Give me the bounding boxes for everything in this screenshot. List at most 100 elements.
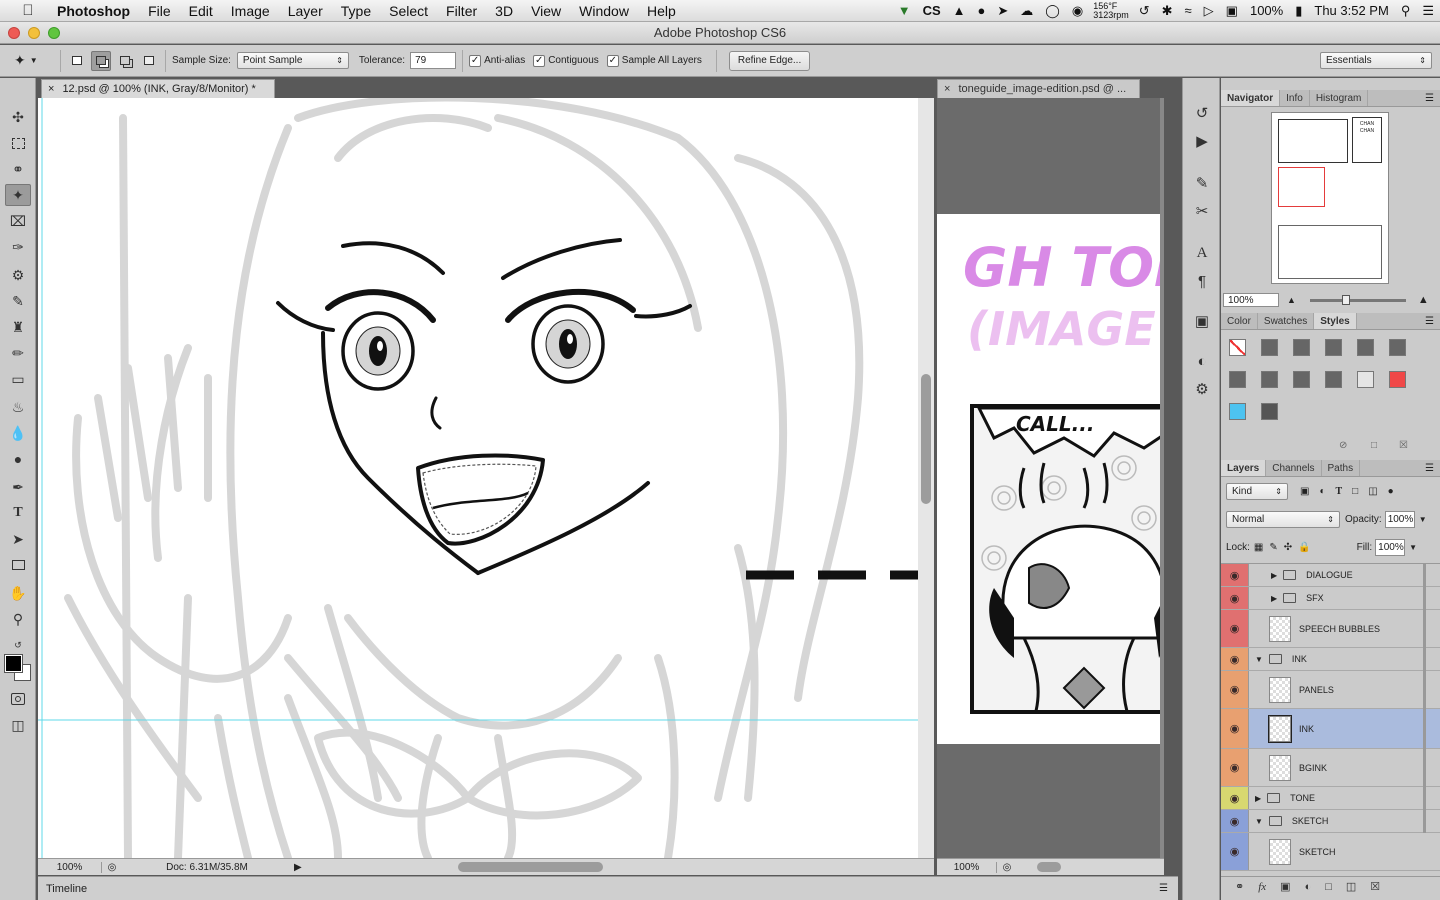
- layers-vertical-scrollbar[interactable]: [1423, 563, 1426, 833]
- cs-menu[interactable]: CS: [917, 0, 947, 22]
- calendar-icon[interactable]: ▣: [1220, 0, 1244, 22]
- move-tool-icon[interactable]: ✣: [5, 106, 31, 128]
- temperature-readout[interactable]: 156°F 3123rpm: [1089, 2, 1133, 20]
- menu-select[interactable]: Select: [380, 0, 437, 22]
- opacity-input[interactable]: 100%: [1384, 510, 1415, 528]
- rectangle-tool-icon[interactable]: [5, 554, 31, 576]
- visibility-eye-icon[interactable]: ◉: [1221, 564, 1249, 586]
- eyedropper-tool-icon[interactable]: ✑: [5, 236, 31, 258]
- blend-mode-select[interactable]: Normal ⇕: [1226, 510, 1340, 528]
- new-style-icon[interactable]: □: [1371, 440, 1377, 451]
- style-swatch[interactable]: [1261, 371, 1278, 388]
- menu-help[interactable]: Help: [638, 0, 685, 22]
- layer-row-sketch-group[interactable]: ◉ ▼ SKETCH: [1221, 810, 1440, 833]
- type-tool-icon[interactable]: T: [5, 502, 31, 524]
- sample-size-select[interactable]: Point Sample ⇕: [236, 52, 349, 69]
- clone-source-icon[interactable]: ▣: [1191, 310, 1213, 332]
- dodge-tool-icon[interactable]: ●: [5, 448, 31, 470]
- zoom-tool-icon[interactable]: ⚲: [5, 608, 31, 630]
- brush-tool-icon[interactable]: ✎: [5, 290, 31, 312]
- navigator-zoom-slider[interactable]: [1309, 294, 1406, 305]
- adjustment-layer-icon[interactable]: ◐: [1305, 881, 1312, 893]
- status-menu-icon[interactable]: ◎: [102, 862, 122, 873]
- collapse-arrow-icon[interactable]: ▼: [1255, 655, 1263, 664]
- lock-transparent-icon[interactable]: ▦: [1254, 542, 1263, 553]
- expand-arrow-icon[interactable]: ▶: [1271, 571, 1277, 580]
- contiguous-checkbox[interactable]: ✓: [533, 54, 546, 67]
- panel-menu-icon[interactable]: ☰: [1425, 460, 1434, 477]
- brush-presets-icon[interactable]: ✎: [1191, 172, 1213, 194]
- visibility-eye-icon[interactable]: ◉: [1221, 810, 1249, 832]
- cloud-icon[interactable]: ☁: [1014, 0, 1039, 22]
- filter-adjustment-icon[interactable]: ◐: [1319, 486, 1325, 497]
- delete-layer-icon[interactable]: ☒: [1370, 880, 1380, 893]
- layer-row-bgink[interactable]: ◉ BGINK: [1221, 749, 1440, 787]
- visibility-eye-icon[interactable]: ◉: [1221, 787, 1249, 809]
- menu-view[interactable]: View: [522, 0, 570, 22]
- tab-color[interactable]: Color: [1221, 313, 1258, 329]
- delete-style-icon[interactable]: ☒: [1399, 440, 1408, 451]
- style-swatch[interactable]: [1293, 371, 1310, 388]
- nav-view-box[interactable]: [1278, 167, 1325, 207]
- visibility-eye-icon[interactable]: ◉: [1221, 749, 1249, 786]
- new-group-icon[interactable]: □: [1325, 881, 1332, 893]
- menu-file[interactable]: File: [139, 0, 180, 22]
- eraser-tool-icon[interactable]: ▭: [5, 368, 31, 390]
- screen-mode-icon[interactable]: ◫: [5, 714, 31, 736]
- blur-tool-icon[interactable]: 💧: [5, 422, 31, 444]
- layer-style-icon[interactable]: fx: [1258, 881, 1266, 893]
- bird-icon[interactable]: ➤: [991, 0, 1014, 22]
- menu-layer[interactable]: Layer: [279, 0, 332, 22]
- visibility-eye-icon[interactable]: ◉: [1221, 709, 1249, 748]
- lasso-tool-icon[interactable]: ⚭: [5, 158, 31, 180]
- intersect-selection-icon[interactable]: [139, 51, 159, 71]
- actions-panel-icon[interactable]: ▶: [1191, 130, 1213, 152]
- history-brush-tool-icon[interactable]: ✏: [5, 342, 31, 364]
- visibility-eye-icon[interactable]: ◉: [1221, 833, 1249, 870]
- marquee-tool-icon[interactable]: [5, 132, 31, 154]
- visibility-eye-icon[interactable]: ◉: [1221, 610, 1249, 647]
- properties-icon[interactable]: ⚙: [1191, 378, 1213, 400]
- status-arrow-icon[interactable]: ▶: [294, 862, 302, 873]
- notification-icon[interactable]: ▲: [947, 0, 972, 22]
- close-tab-icon[interactable]: ×: [944, 83, 950, 95]
- apple-icon[interactable]: : [20, 2, 36, 19]
- lock-all-icon[interactable]: 🔒: [1298, 542, 1310, 553]
- filter-type-icon[interactable]: T: [1336, 486, 1343, 497]
- style-swatch[interactable]: [1261, 339, 1278, 356]
- canvas-vertical-scrollbar[interactable]: [918, 98, 934, 858]
- visibility-eye-icon[interactable]: ◉: [1221, 587, 1249, 609]
- horizontal-scroll-thumb[interactable]: [457, 861, 603, 872]
- magic-wand-preset-icon[interactable]: ✦ ▼: [14, 49, 54, 73]
- hand-tool-icon[interactable]: ✋: [5, 582, 31, 604]
- menu-window[interactable]: Window: [570, 0, 638, 22]
- battery-icon[interactable]: ▮: [1289, 0, 1308, 22]
- visibility-eye-icon[interactable]: ◉: [1221, 671, 1249, 708]
- toneguide-zoom-level[interactable]: 100%: [937, 861, 997, 873]
- bluetooth-icon[interactable]: ✱: [1156, 0, 1179, 22]
- zoom-in-icon[interactable]: ▲: [1418, 294, 1429, 306]
- filter-smart-object-icon[interactable]: ◫: [1368, 486, 1377, 497]
- style-swatch[interactable]: [1261, 403, 1278, 420]
- style-swatch[interactable]: [1357, 339, 1374, 356]
- menu-filter[interactable]: Filter: [437, 0, 486, 22]
- battery-readout[interactable]: 100%: [1244, 0, 1289, 22]
- layer-row-sfx[interactable]: ◉ ▶ SFX: [1221, 587, 1440, 610]
- layer-row-tone[interactable]: ◉ ▶ TONE: [1221, 787, 1440, 810]
- clock[interactable]: Thu 3:52 PM: [1308, 0, 1394, 22]
- layer-row-ink-selected[interactable]: ◉ INK: [1221, 709, 1440, 749]
- menu-type[interactable]: Type: [332, 0, 380, 22]
- style-swatch[interactable]: [1325, 339, 1342, 356]
- paint-bucket-tool-icon[interactable]: ♨: [5, 396, 31, 418]
- link-layers-icon[interactable]: ⚭: [1235, 880, 1244, 893]
- new-layer-icon[interactable]: ◫: [1346, 880, 1356, 893]
- canvas-12psd[interactable]: [38, 98, 918, 858]
- style-swatch[interactable]: [1293, 339, 1310, 356]
- quick-mask-icon[interactable]: [5, 688, 31, 710]
- layer-row-sketch[interactable]: ◉ SKETCH: [1221, 833, 1440, 871]
- character-panel-icon[interactable]: A: [1191, 242, 1213, 264]
- minimize-window-icon[interactable]: [28, 27, 40, 39]
- menu-edit[interactable]: Edit: [180, 0, 222, 22]
- zoom-level[interactable]: 100%: [38, 861, 102, 873]
- tool-presets-icon[interactable]: ✂: [1191, 200, 1213, 222]
